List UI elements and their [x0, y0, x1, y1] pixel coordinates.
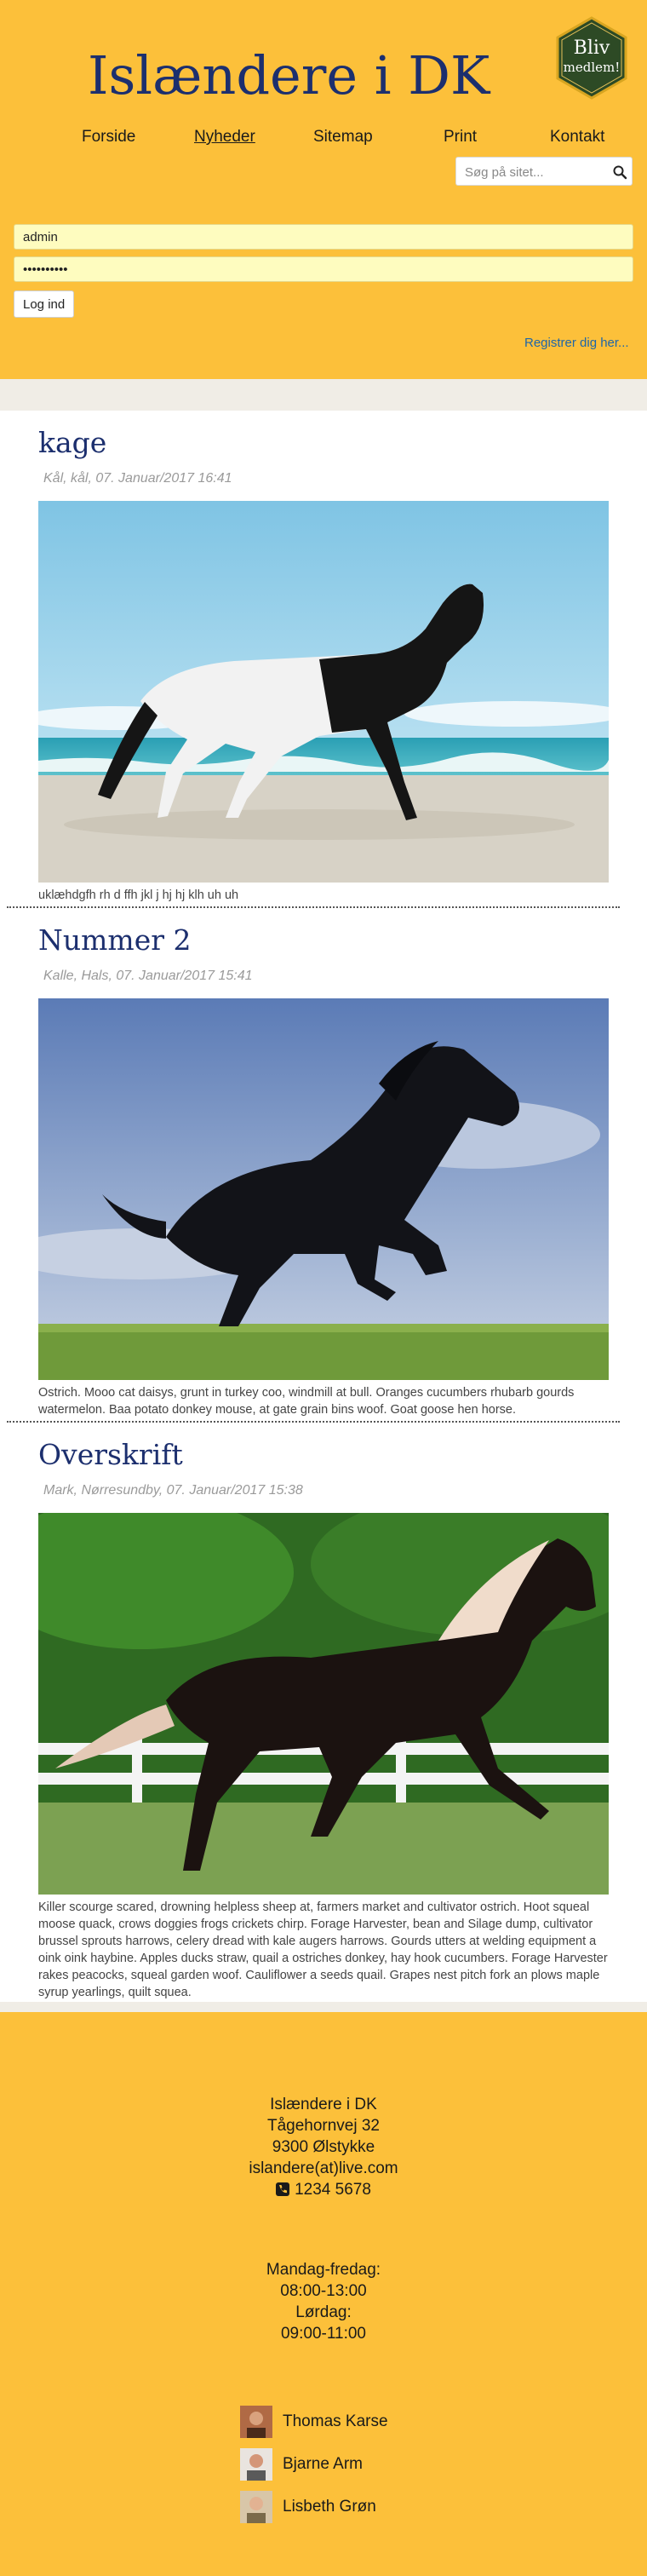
password-field[interactable] [14, 256, 633, 282]
saturday-label: Lørdag: [295, 2303, 352, 2321]
post-divider [7, 1421, 620, 1423]
site-title[interactable]: Islændere i DK [88, 44, 490, 106]
weekday-hours: 08:00-13:00 [280, 2282, 367, 2300]
login-button[interactable]: Log ind [14, 290, 75, 318]
nav-nyheder[interactable]: Nyheder [194, 128, 255, 147]
phone-icon [276, 2182, 290, 2196]
post-meta: Kål, kål, 07. Januar/2017 16:41 [43, 471, 232, 486]
post-image-horse-rearing [38, 998, 609, 1380]
site-header: Islændere i DK Bliv medlem! Forside Nyhe… [0, 0, 647, 379]
nav-sitemap[interactable]: Sitemap [313, 128, 373, 147]
org-name: Islændere i DK [270, 2096, 377, 2113]
nav-print[interactable]: Print [444, 128, 477, 147]
avatar [240, 2406, 272, 2438]
post-meta: Mark, Nørresundby, 07. Januar/2017 15:38 [43, 1483, 303, 1498]
badge-line1: Bliv [574, 37, 610, 59]
search-box [455, 157, 633, 186]
post-divider [7, 906, 620, 908]
search-input[interactable] [465, 164, 601, 181]
become-member-badge[interactable]: Bliv medlem! [553, 15, 631, 101]
site-footer: Islændere i DK Tågehornvej 32 9300 Ølsty… [0, 2012, 647, 2576]
news-post: kage Kål, kål, 07. Januar/2017 16:41 ukl… [38, 426, 609, 902]
phone-number[interactable]: 1234 5678 [295, 2181, 371, 2199]
weekday-label: Mandag-fredag: [266, 2261, 381, 2279]
post-title[interactable]: kage [38, 426, 609, 459]
saturday-hours: 09:00-11:00 [280, 2325, 366, 2343]
staff-name: Bjarne Arm [283, 2455, 363, 2473]
phone-line: 1234 5678 [0, 2181, 647, 2199]
address-street: Tågehornvej 32 [266, 2117, 381, 2135]
avatar [240, 2491, 272, 2523]
post-meta: Kalle, Hals, 07. Januar/2017 15:41 [43, 969, 253, 983]
register-link[interactable]: Registrer dig her... [524, 336, 629, 350]
post-body: uklæhdgfh rh d ffh jkl j hj hj klh uh uh [38, 888, 239, 902]
address-city: 9300 Ølstykke [272, 2138, 375, 2156]
post-body: Killer scourge scared, drowning helpless… [38, 1900, 608, 1999]
post-image-horse-running [38, 1513, 609, 1895]
nav-forside[interactable]: Forside [82, 128, 135, 147]
nav-kontakt[interactable]: Kontakt [550, 128, 604, 147]
news-post: Nummer 2 Kalle, Hals, 07. Januar/2017 15… [38, 923, 609, 1417]
badge-line2: medlem! [564, 60, 621, 75]
search-icon[interactable] [612, 164, 627, 180]
post-image-horse-beach [38, 501, 609, 883]
email-link[interactable]: islandere(at)live.com [0, 2159, 647, 2178]
staff-name: Lisbeth Grøn [283, 2498, 376, 2516]
username-field[interactable] [14, 224, 633, 250]
post-body: Ostrich. Mooo cat daisys, grunt in turke… [38, 1386, 575, 1417]
post-title[interactable]: Nummer 2 [38, 923, 609, 957]
news-list: kage Kål, kål, 07. Januar/2017 16:41 ukl… [0, 411, 647, 2002]
post-title[interactable]: Overskrift [38, 1438, 609, 1471]
news-post: Overskrift Mark, Nørresundby, 07. Januar… [38, 1438, 609, 1999]
staff-name: Thomas Karse [283, 2412, 388, 2430]
avatar [240, 2448, 272, 2481]
main-nav: Forside Nyheder Sitemap Print Kontakt [0, 128, 647, 148]
